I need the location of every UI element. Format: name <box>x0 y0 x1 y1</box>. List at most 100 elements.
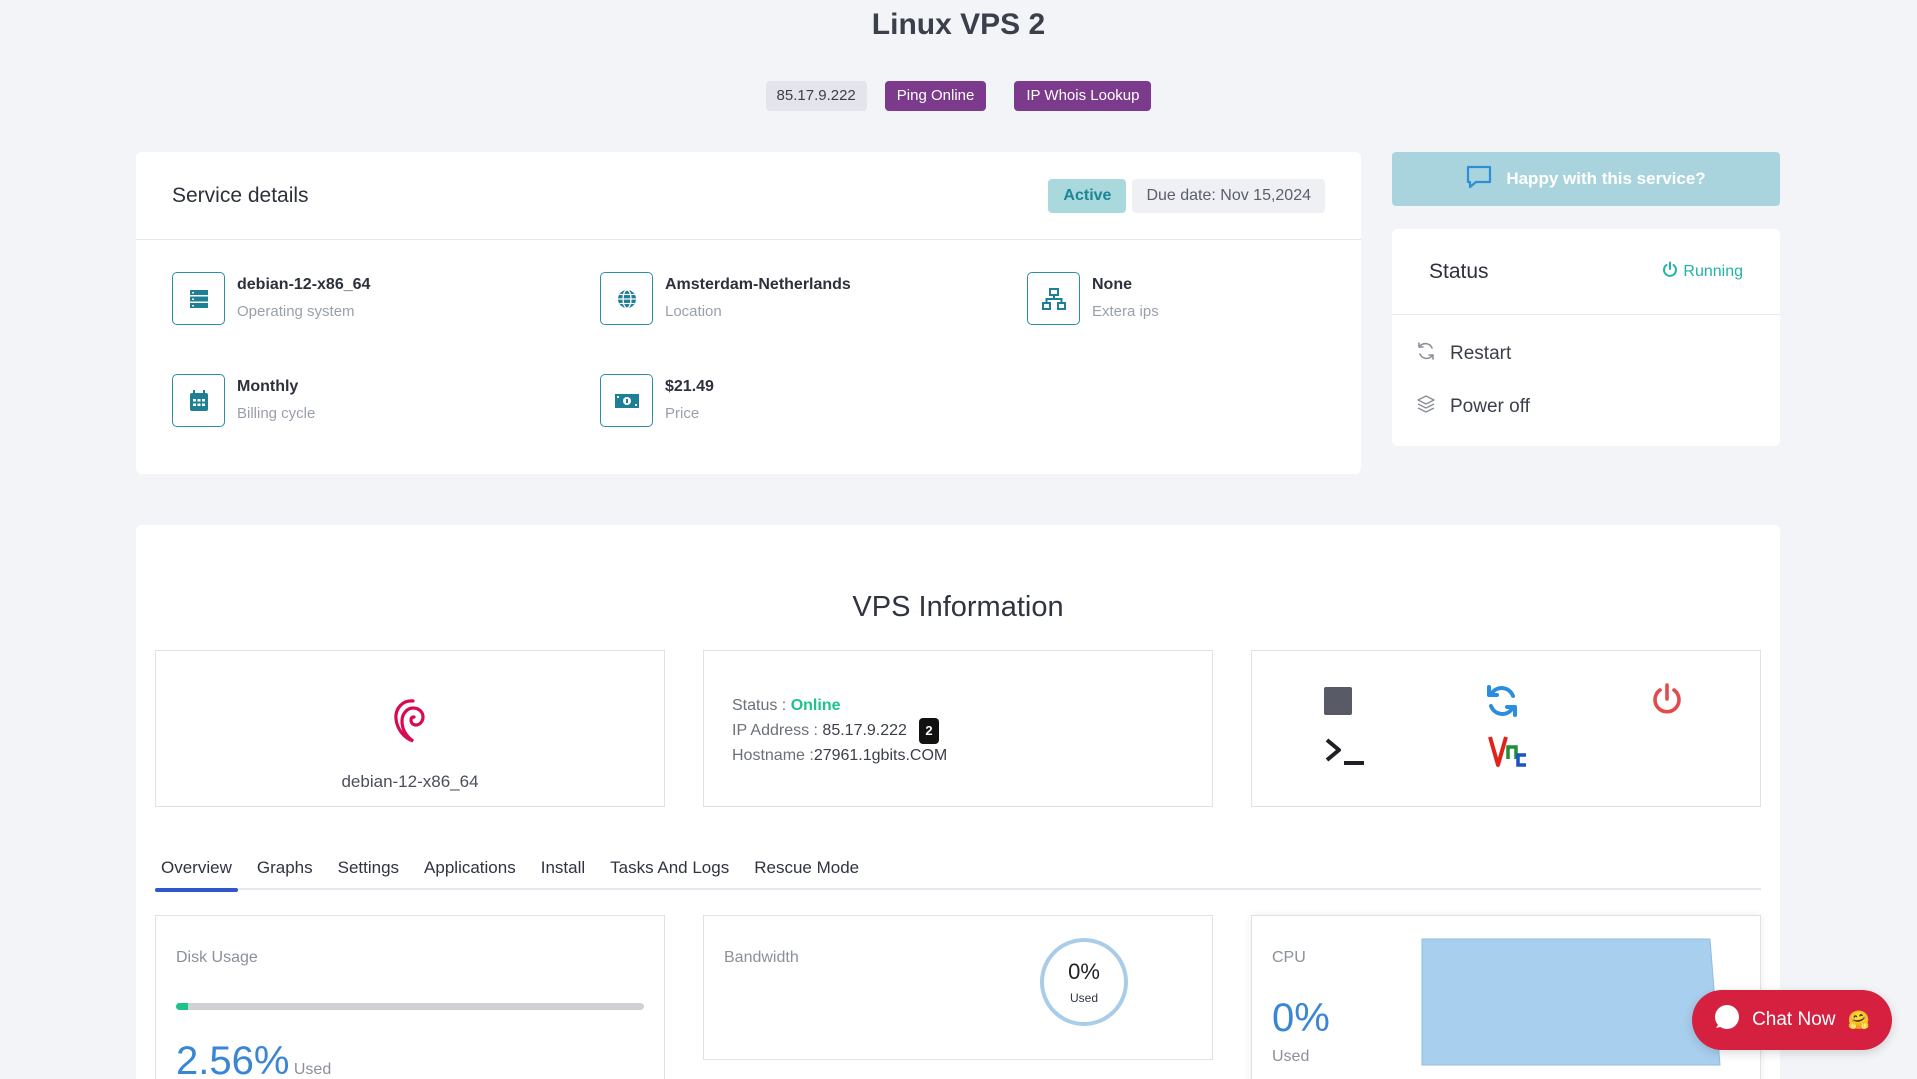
status-card: Status Running Restart Power off <box>1392 229 1780 446</box>
terminal-icon <box>1325 738 1364 765</box>
os-label: Operating system <box>237 303 355 320</box>
power-icon <box>1662 261 1678 282</box>
happy-with-service-button[interactable]: Happy with this service? <box>1392 152 1780 206</box>
tab-tasks-and-logs[interactable]: Tasks And Logs <box>604 850 735 890</box>
status-header: Status Running <box>1392 229 1780 315</box>
price-value: $21.49 <box>665 378 714 395</box>
cpu-percent: 0% <box>1272 996 1330 1040</box>
server-info-panel: Status : Online IP Address : 85.17.9.222… <box>703 650 1213 807</box>
bandwidth-panel: Bandwidth 0% Used <box>703 915 1213 1060</box>
disk-usage-label: Disk Usage <box>176 949 258 966</box>
shutdown-button[interactable] <box>1650 683 1684 722</box>
chat-now-button[interactable]: Chat Now 🤗 <box>1692 990 1892 1050</box>
tab-settings[interactable]: Settings <box>332 850 405 890</box>
hostname-value: 27961.1gbits.COM <box>813 747 948 764</box>
bandwidth-used: Used <box>1069 991 1098 1005</box>
layers-icon <box>1416 394 1436 420</box>
disk-usage-used: Used <box>293 1061 332 1078</box>
status-title: Status <box>1429 259 1489 283</box>
power-icon <box>1653 683 1681 714</box>
stop-button[interactable] <box>1324 687 1352 720</box>
billing-label: Billing cycle <box>237 405 316 422</box>
server-icon <box>172 272 225 325</box>
page-title: Linux VPS 2 <box>871 8 1046 41</box>
disk-usage-percent: 2.56% <box>176 1039 290 1079</box>
ip-count-badge[interactable]: 2 <box>918 718 939 744</box>
disk-usage-panel: Disk Usage 2.56% Used <box>155 915 665 1079</box>
stop-icon <box>1324 687 1352 715</box>
billing-value: Monthly <box>237 378 299 395</box>
server-info-lines: Status : Online IP Address : 85.17.9.222… <box>732 694 947 768</box>
ip-address-row: IP Address : 85.17.9.222 2 <box>732 718 947 744</box>
calendar-icon <box>172 374 225 427</box>
ip-toolbar: 85.17.9.222 Ping Online IP Whois Lookup <box>0 81 1917 111</box>
status-badge: Active <box>1048 178 1127 213</box>
due-date-badge: Due date: Nov 15,2024 <box>1132 178 1325 213</box>
restart-button[interactable]: Restart <box>1392 327 1780 380</box>
bandwidth-gauge: 0% Used <box>1038 936 1130 1028</box>
server-status-row: Status : Online <box>732 694 947 718</box>
hostname-label: Hostname : <box>732 747 814 764</box>
tab-overview[interactable]: Overview <box>155 850 238 892</box>
hostname-row: Hostname :27961.1gbits.COM <box>732 744 947 768</box>
extra-ips-label: Extera ips <box>1092 303 1159 320</box>
ip-whois-lookup-button[interactable]: IP Whois Lookup <box>1014 81 1152 111</box>
vnc-icon <box>1488 736 1526 767</box>
refresh-icon <box>1416 341 1436 367</box>
vps-information-title: VPS Information <box>852 591 1064 623</box>
ip-address-chip: 85.17.9.222 <box>765 81 867 111</box>
debian-logo-icon <box>389 695 433 752</box>
os-name: debian-12-x86_64 <box>341 772 479 791</box>
extra-ips-value: None <box>1092 276 1132 293</box>
os-value: debian-12-x86_64 <box>237 276 371 293</box>
power-off-button[interactable]: Power off <box>1392 380 1780 433</box>
ip-address-label: IP Address : <box>732 722 823 740</box>
happy-with-service-label: Happy with this service? <box>1506 169 1706 188</box>
location-value: Amsterdam-Netherlands <box>665 276 851 293</box>
service-item-price: $21.49 Price <box>600 374 960 427</box>
disk-usage-bar <box>176 1003 644 1010</box>
location-label: Location <box>665 303 722 320</box>
ip-address-value: 85.17.9.222 <box>822 722 907 740</box>
server-status-label: Status : <box>732 697 791 714</box>
running-indicator: Running <box>1662 261 1743 282</box>
vps-tabs: Overview Graphs Settings Applications In… <box>155 850 1761 892</box>
globe-icon <box>600 272 653 325</box>
tab-applications[interactable]: Applications <box>418 850 522 890</box>
chat-now-label: Chat Now <box>1752 1009 1836 1030</box>
service-item-location: Amsterdam-Netherlands Location <box>600 272 960 325</box>
vnc-button[interactable] <box>1488 733 1528 778</box>
disk-usage-fill <box>176 1003 188 1010</box>
vps-information-card: VPS Information debian-12-x86_64 Status … <box>136 525 1780 1079</box>
restart-label: Restart <box>1450 342 1512 364</box>
running-label: Running <box>1683 262 1743 280</box>
disk-usage-readout: 2.56% Used <box>176 1039 331 1079</box>
ping-online-button[interactable]: Ping Online <box>884 81 987 111</box>
service-item-os: debian-12-x86_64 Operating system <box>172 272 532 325</box>
cpu-used: Used <box>1272 1048 1310 1065</box>
network-icon <box>1027 272 1080 325</box>
service-item-billing: Monthly Billing cycle <box>172 374 532 427</box>
os-panel: debian-12-x86_64 <box>155 650 665 807</box>
tab-rescue-mode[interactable]: Rescue Mode <box>748 850 865 890</box>
tab-install[interactable]: Install <box>535 850 591 890</box>
power-off-label: Power off <box>1450 395 1530 417</box>
cpu-graph <box>1421 938 1721 1071</box>
sync-icon <box>1487 685 1517 717</box>
console-button[interactable] <box>1324 737 1366 772</box>
comment-icon <box>1466 165 1492 194</box>
cpu-label: CPU <box>1272 949 1306 966</box>
bandwidth-percent: 0% <box>1068 959 1100 984</box>
service-details-card: Service details Active Due date: Nov 15,… <box>136 152 1361 474</box>
controls-panel <box>1251 650 1761 807</box>
chat-bubble-icon <box>1714 1004 1740 1036</box>
cpu-panel: CPU 0% Used <box>1251 915 1761 1079</box>
price-label: Price <box>665 405 700 422</box>
tab-graphs[interactable]: Graphs <box>251 850 319 890</box>
bandwidth-label: Bandwidth <box>724 949 799 966</box>
money-icon <box>600 374 653 427</box>
server-status-value: Online <box>790 697 841 714</box>
reboot-button[interactable] <box>1484 683 1520 724</box>
hugging-face-emoji: 🤗 <box>1847 1009 1870 1030</box>
service-item-extra-ips: None Extera ips <box>1027 272 1387 325</box>
